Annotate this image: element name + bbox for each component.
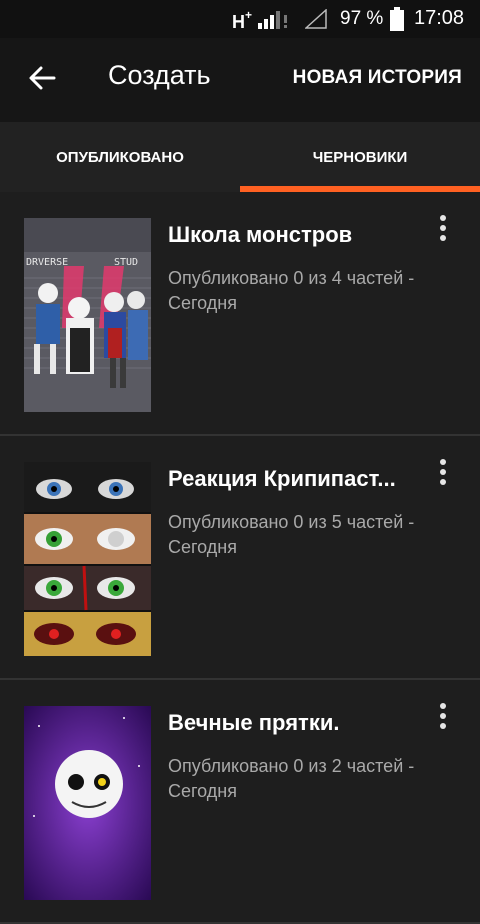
story-cover-image[interactable]: [24, 706, 151, 900]
story-status: Опубликовано 0 из 5 частей - Сегодня: [168, 512, 415, 557]
story-list: DRVERSE STUD Школа монстров Опубликовано…: [0, 192, 480, 924]
story-card[interactable]: DRVERSE STUD Школа монстров Опубликовано…: [0, 192, 480, 436]
tab-bar: ОПУБЛИКОВАНО ЧЕРНОВИКИ: [0, 122, 480, 192]
story-title[interactable]: Вечные прятки.: [168, 710, 418, 736]
story-title[interactable]: Реакция Крипипаст...: [168, 466, 418, 492]
story-cover-image[interactable]: [24, 462, 151, 656]
svg-text:DRVERSE: DRVERSE: [26, 257, 68, 268]
story-title[interactable]: Школа монстров: [168, 222, 418, 248]
status-bar: H+ 97 % 17:08: [0, 0, 480, 38]
no-sim-signal-icon: [305, 9, 327, 29]
story-status: Опубликовано 0 из 2 частей - Сегодня: [168, 756, 415, 801]
app-bar: Создать НОВАЯ ИСТОРИЯ: [0, 38, 480, 122]
network-type: H+: [232, 8, 253, 32]
clock: 17:08: [414, 7, 465, 29]
arrow-back-icon[interactable]: [28, 64, 56, 92]
story-card[interactable]: Реакция Крипипаст... Опубликовано 0 из 5…: [0, 436, 480, 680]
tab-drafts[interactable]: ЧЕРНОВИКИ: [240, 122, 480, 192]
battery-icon: [390, 7, 404, 31]
page-title: Создать: [108, 60, 211, 90]
more-vertical-icon[interactable]: [434, 702, 452, 732]
more-vertical-icon[interactable]: [434, 458, 452, 488]
story-status: Опубликовано 0 из 4 частей - Сегодня: [168, 268, 415, 313]
new-story-button[interactable]: НОВАЯ ИСТОРИЯ: [293, 67, 462, 89]
story-cover-image[interactable]: DRVERSE STUD: [24, 218, 151, 412]
battery-percent: 97 %: [340, 8, 384, 29]
story-card[interactable]: Вечные прятки. Опубликовано 0 из 2 часте…: [0, 680, 480, 924]
signal-strength-icon: [258, 11, 287, 29]
tab-published[interactable]: ОПУБЛИКОВАНО: [0, 122, 240, 192]
more-vertical-icon[interactable]: [434, 214, 452, 244]
